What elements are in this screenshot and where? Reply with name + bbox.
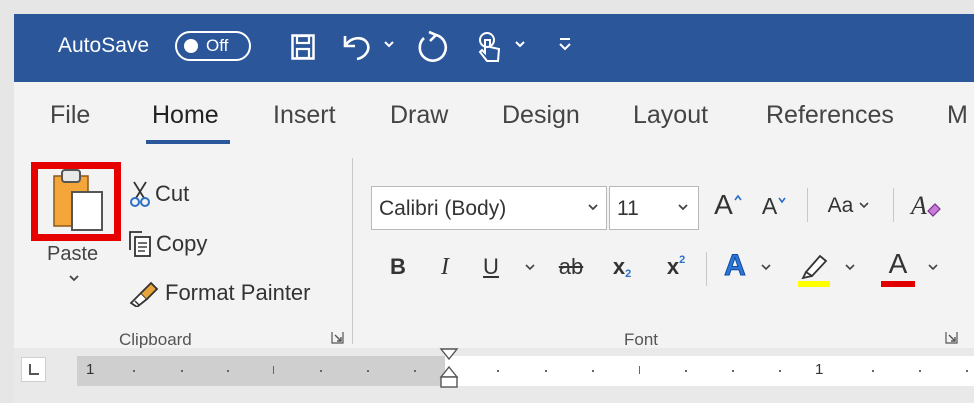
customize-toolbar-icon[interactable]: [558, 36, 572, 52]
copy-icon: [129, 231, 151, 257]
cut-label: Cut: [155, 181, 190, 206]
button-separator: [807, 188, 808, 222]
bold-button[interactable]: B: [384, 247, 412, 287]
cut-button[interactable]: Cut: [129, 180, 189, 208]
font-dialog-launcher-icon[interactable]: [945, 331, 958, 344]
tab-layout[interactable]: Layout: [633, 101, 708, 130]
chevron-down-icon[interactable]: [587, 201, 599, 213]
shrink-font-button[interactable]: A: [757, 187, 791, 225]
text-effects-dropdown-icon[interactable]: [760, 263, 772, 273]
superscript-label: x: [666, 254, 680, 279]
paste-highlight-box: [31, 162, 121, 241]
undo-icon[interactable]: [339, 29, 375, 65]
clear-formatting-icon[interactable]: A: [907, 185, 945, 225]
scissors-icon: [130, 181, 150, 207]
tab-design[interactable]: Design: [502, 101, 580, 130]
copy-label: Copy: [156, 231, 208, 256]
save-icon[interactable]: [288, 29, 318, 65]
format-painter-label: Format Painter: [165, 280, 311, 305]
tab-home[interactable]: Home: [152, 101, 219, 130]
superscript-button[interactable]: x2: [661, 247, 691, 287]
font-color-swatch: [881, 281, 915, 287]
redo-icon[interactable]: [412, 29, 452, 65]
italic-button[interactable]: I: [431, 247, 459, 287]
highlighter-dropdown-icon[interactable]: [844, 263, 856, 273]
svg-text:A: A: [909, 191, 927, 220]
font-name-value: Calibri (Body): [379, 197, 507, 220]
highlighter-icon[interactable]: [796, 248, 834, 288]
toggle-knob: [184, 39, 198, 53]
autosave-label: AutoSave: [58, 34, 150, 57]
button-separator: [706, 252, 707, 286]
change-case-button[interactable]: Aa: [819, 187, 879, 225]
ribbon-home: Paste Cut Copy Format Painter Clipboard …: [14, 152, 974, 349]
tab-references[interactable]: References: [766, 101, 894, 130]
strikethrough-button[interactable]: ab: [552, 247, 590, 287]
caret-up-icon: [734, 194, 742, 201]
ruler-bar: 1 1: [14, 348, 974, 403]
format-painter-button[interactable]: Format Painter: [127, 279, 311, 307]
format-painter-icon: [129, 281, 159, 307]
underline-button[interactable]: U: [477, 247, 505, 287]
touch-mode-icon[interactable]: [474, 29, 506, 65]
font-color-button[interactable]: A: [879, 248, 917, 288]
indent-marker-icon[interactable]: [439, 347, 459, 391]
font-group-label: Font: [624, 330, 659, 349]
autosave-toggle[interactable]: Off: [175, 31, 251, 61]
clipboard-group-label: Clipboard: [119, 330, 192, 349]
copy-button[interactable]: Copy: [126, 230, 207, 258]
tab-draw[interactable]: Draw: [390, 101, 448, 130]
group-separator: [352, 158, 353, 344]
button-separator: [893, 188, 894, 222]
ruler-number: 1: [86, 361, 95, 378]
font-size-combo[interactable]: 11: [609, 186, 699, 230]
grow-font-button[interactable]: A: [709, 185, 747, 225]
active-tab-indicator: [146, 140, 230, 144]
text-effects-button[interactable]: A: [718, 245, 752, 287]
ribbon-tabs: File Home Insert Draw Design Layout Refe…: [14, 82, 974, 152]
undo-dropdown-icon[interactable]: [383, 40, 395, 50]
font-color-dropdown-icon[interactable]: [927, 263, 939, 273]
paste-dropdown-icon[interactable]: [67, 273, 81, 283]
ruler-number: 1: [815, 361, 824, 378]
clipboard-dialog-launcher-icon[interactable]: [331, 331, 344, 344]
autosave-state: Off: [206, 36, 229, 55]
shrink-font-label: A: [761, 192, 778, 219]
horizontal-ruler[interactable]: 1 1: [77, 356, 974, 386]
touch-mode-dropdown-icon[interactable]: [514, 40, 526, 50]
tab-selector-icon[interactable]: [21, 357, 46, 382]
font-name-combo[interactable]: Calibri (Body): [371, 186, 607, 230]
tab-file[interactable]: File: [50, 101, 90, 130]
change-case-label: Aa: [827, 194, 854, 217]
subscript-index: 2: [625, 268, 632, 280]
font-color-label: A: [888, 248, 908, 279]
subscript-label: x: [612, 254, 626, 279]
superscript-index: 2: [679, 254, 686, 266]
tab-mailings[interactable]: M: [947, 101, 968, 130]
chevron-down-icon[interactable]: [677, 201, 689, 213]
title-bar: AutoSave Off: [14, 14, 974, 82]
font-size-value: 11: [617, 197, 639, 220]
chevron-down-icon[interactable]: [858, 201, 870, 211]
subscript-button[interactable]: x2: [607, 247, 637, 287]
tab-insert[interactable]: Insert: [273, 101, 336, 130]
grow-font-label: A: [714, 189, 733, 220]
paste-button-label[interactable]: Paste: [47, 243, 98, 266]
underline-dropdown-icon[interactable]: [524, 263, 536, 273]
caret-down-icon: [778, 197, 786, 204]
word-window: AutoSave Off File Home Insert Draw Desig…: [14, 14, 974, 403]
